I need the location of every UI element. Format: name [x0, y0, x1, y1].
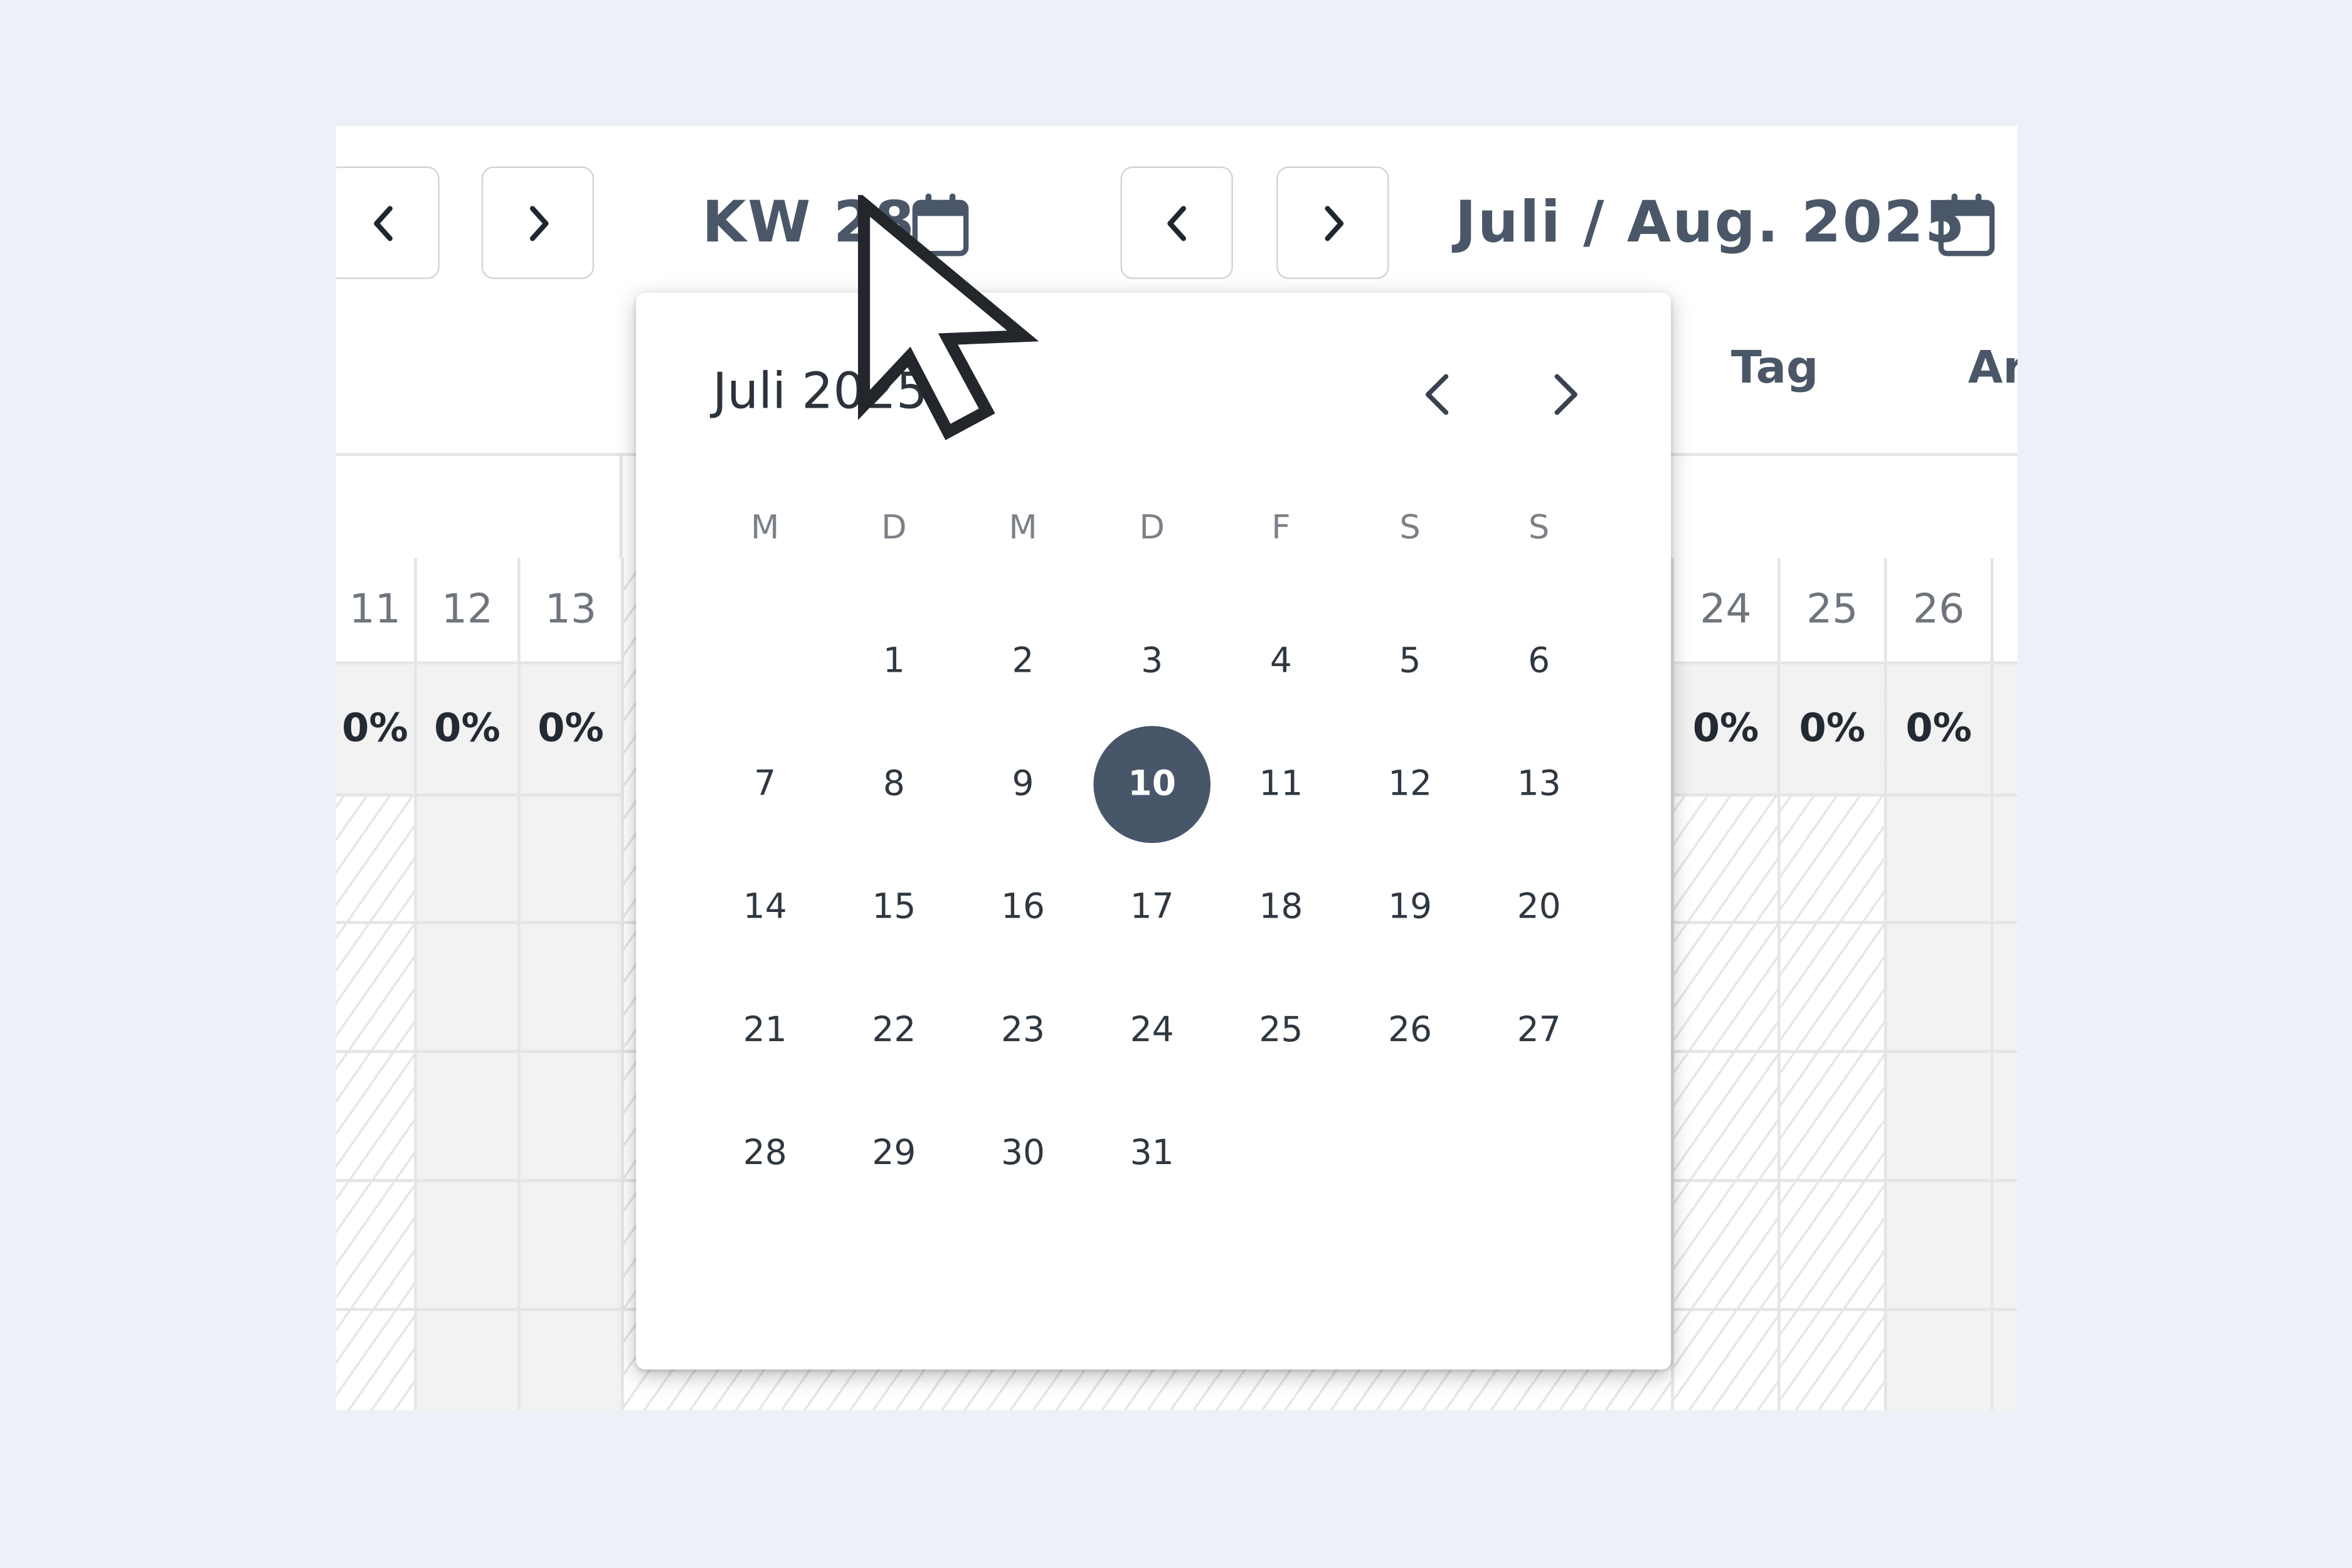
chevron-right-icon — [1324, 205, 1343, 241]
chevron-right-icon — [529, 205, 548, 241]
prev-month-button[interactable] — [1120, 166, 1233, 279]
calendar-day[interactable]: 4 — [1222, 603, 1340, 720]
calendar-day[interactable]: 9 — [965, 726, 1082, 844]
calendar-day[interactable]: 3 — [1093, 603, 1210, 720]
calendar-day[interactable]: 27 — [1480, 972, 1597, 1089]
chevron-left-icon — [1167, 205, 1185, 241]
day-number: 12 — [416, 558, 518, 665]
calendar-day[interactable]: 8 — [835, 726, 953, 844]
calendar-day[interactable]: 14 — [706, 849, 824, 967]
next-week-button[interactable] — [481, 166, 595, 279]
header-spacer-divider — [619, 456, 623, 558]
calendar-day[interactable]: 20 — [1480, 849, 1597, 967]
day-column — [1993, 558, 2018, 1411]
weekday-label: F — [1271, 510, 1291, 548]
calendar-day[interactable]: 6 — [1480, 603, 1597, 720]
day-utilization: 0% — [520, 664, 622, 797]
calendar-day[interactable]: 17 — [1093, 849, 1210, 967]
day-column: 11 0% — [336, 558, 417, 1411]
day-utilization: 0% — [1674, 664, 1778, 797]
day-number: 25 — [1780, 558, 1884, 665]
calendar-day[interactable]: 1 — [835, 603, 953, 720]
chevron-left-icon — [373, 205, 392, 241]
weekday-label: M — [1009, 510, 1037, 548]
day-number — [1993, 558, 2018, 665]
calendar-day[interactable]: 30 — [965, 1095, 1082, 1212]
calendar-day[interactable]: 28 — [706, 1095, 824, 1212]
next-month-button[interactable] — [1276, 166, 1389, 279]
day-column: 25 0% — [1780, 558, 1887, 1411]
prev-week-button[interactable] — [336, 166, 440, 279]
mouse-cursor-icon — [857, 194, 1039, 440]
day-number: 13 — [520, 558, 622, 665]
column-header-tag[interactable]: Tag — [1731, 342, 1818, 395]
calendar-day[interactable]: 19 — [1352, 849, 1469, 967]
weekday-label: D — [1139, 510, 1165, 548]
calendar-day[interactable]: 7 — [706, 726, 824, 844]
month-label[interactable]: Juli / Aug. 2025 — [1455, 189, 1966, 255]
chevron-left-icon[interactable] — [1404, 361, 1470, 427]
weekday-label: D — [881, 510, 907, 548]
calendar-day[interactable]: 21 — [706, 972, 824, 1089]
day-utilization: 0% — [416, 664, 518, 797]
calendar-day[interactable]: 22 — [835, 972, 953, 1089]
calendar-day[interactable]: 16 — [965, 849, 1082, 967]
calendar-day[interactable]: 2 — [965, 603, 1082, 720]
chevron-right-icon[interactable] — [1533, 361, 1599, 427]
weekday-label: S — [1528, 510, 1550, 548]
calendar-day[interactable]: 25 — [1222, 972, 1340, 1089]
day-column: 13 0% — [520, 558, 624, 1411]
calendar-day[interactable]: 23 — [965, 972, 1082, 1089]
day-column: 24 0% — [1674, 558, 1781, 1411]
calendar-day[interactable]: 29 — [835, 1095, 953, 1212]
datepicker-popup: Juli 2025 MDMDFSS 1 2 3 4 5 6 7 8 9 10 11 12 13 14 15 1… — [636, 292, 1671, 1370]
calendar-day[interactable]: 26 — [1352, 972, 1469, 1089]
weekday-label: S — [1399, 510, 1421, 548]
calendar-day[interactable]: 18 — [1222, 849, 1340, 967]
day-column: 12 0% — [416, 558, 521, 1411]
column-header-ar[interactable]: Ar — [1968, 342, 2018, 395]
day-number: 26 — [1887, 558, 1991, 665]
calendar-icon[interactable] — [1937, 192, 1997, 258]
day-utilization: 0% — [1780, 664, 1884, 797]
day-column: 26 0% — [1887, 558, 1994, 1411]
weekday-label: M — [750, 510, 780, 548]
day-utilization: 0% — [1887, 664, 1991, 797]
day-utilization: 0% — [336, 664, 415, 797]
calendar-day[interactable]: 5 — [1352, 603, 1469, 720]
calendar-day-selected[interactable]: 10 — [1093, 726, 1211, 844]
day-utilization — [1993, 664, 2018, 797]
calendar-day[interactable]: 15 — [835, 849, 953, 967]
calendar-day[interactable]: 11 — [1222, 726, 1340, 844]
day-number: 11 — [336, 558, 415, 665]
calendar-day[interactable]: 12 — [1352, 726, 1469, 844]
day-number: 24 — [1674, 558, 1778, 665]
calendar-day[interactable]: 24 — [1093, 972, 1210, 1089]
calendar-day[interactable]: 31 — [1093, 1095, 1210, 1212]
calendar-day[interactable]: 13 — [1480, 726, 1597, 844]
